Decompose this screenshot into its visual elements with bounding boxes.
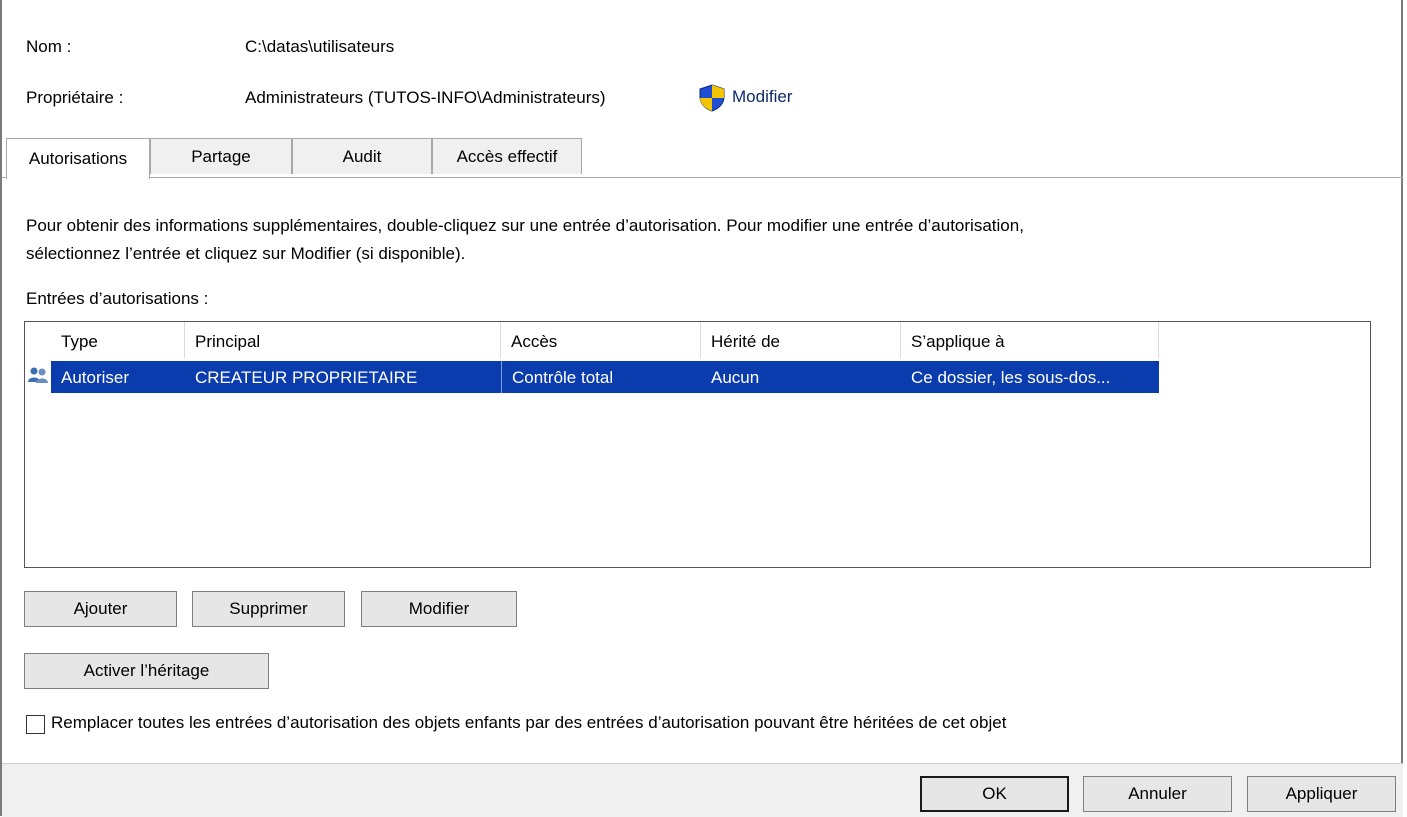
table-row[interactable]: Autoriser CREATEUR PROPRIETAIRE Contrôle…: [51, 361, 1159, 393]
uac-shield-icon: [699, 84, 725, 112]
owner-label: Propriétaire :: [26, 88, 124, 107]
owner-modify-link[interactable]: Modifier: [732, 87, 792, 107]
cell-access: Contrôle total: [501, 361, 701, 393]
advanced-security-window: Nom : C:\datas\utilisateurs Propriétaire…: [0, 0, 1403, 817]
owner-value: Administrateurs (TUTOS-INFO\Administrate…: [245, 88, 606, 107]
name-label: Nom :: [26, 37, 72, 56]
tab-autorisations[interactable]: Autorisations: [6, 138, 150, 179]
cancel-button[interactable]: Annuler: [1083, 776, 1232, 812]
column-header-type[interactable]: Type: [51, 322, 185, 358]
instructions-line-1: Pour obtenir des informations supplément…: [26, 216, 1024, 235]
instructions-text: Pour obtenir des informations supplément…: [26, 212, 1024, 268]
remove-button[interactable]: Supprimer: [192, 591, 345, 627]
tab-partage[interactable]: Partage: [150, 138, 292, 174]
entries-label: Entrées d’autorisations :: [26, 289, 209, 308]
cell-applies: Ce dossier, les sous-dos...: [911, 368, 1111, 387]
column-header-access[interactable]: Accès: [501, 322, 701, 358]
edit-button[interactable]: Modifier: [361, 591, 517, 627]
column-header-applies[interactable]: S’applique à: [901, 322, 1159, 358]
enable-inheritance-button[interactable]: Activer l’héritage: [24, 653, 269, 689]
apply-button[interactable]: Appliquer: [1247, 776, 1396, 812]
add-button[interactable]: Ajouter: [24, 591, 177, 627]
tab-audit[interactable]: Audit: [292, 138, 432, 174]
replace-child-entries-checkbox[interactable]: [26, 715, 45, 734]
ok-button[interactable]: OK: [920, 776, 1069, 812]
column-header-inherited[interactable]: Hérité de: [701, 322, 901, 358]
replace-child-entries-label[interactable]: Remplacer toutes les entrées d’autorisat…: [51, 713, 1006, 733]
tab-label: Partage: [191, 146, 251, 166]
tab-label: Autorisations: [28, 149, 128, 168]
instructions-line-2: sélectionnez l’entrée et cliquez sur Mod…: [26, 244, 466, 263]
name-value: C:\datas\utilisateurs: [245, 37, 395, 56]
cell-type: Autoriser: [61, 368, 130, 387]
tab-divider: [2, 177, 1403, 178]
permission-entries-list[interactable]: Type Principal Accès Hérité de S’appliqu…: [24, 321, 1371, 568]
cell-principal: CREATEUR PROPRIETAIRE: [195, 368, 418, 387]
cell-inherited: Aucun: [711, 368, 760, 387]
tab-acces-effectif[interactable]: Accès effectif: [432, 138, 582, 174]
column-header-principal[interactable]: Principal: [185, 322, 501, 358]
users-icon: [28, 367, 48, 383]
tab-label: Accès effectif: [456, 146, 558, 166]
tab-label: Audit: [342, 146, 382, 166]
